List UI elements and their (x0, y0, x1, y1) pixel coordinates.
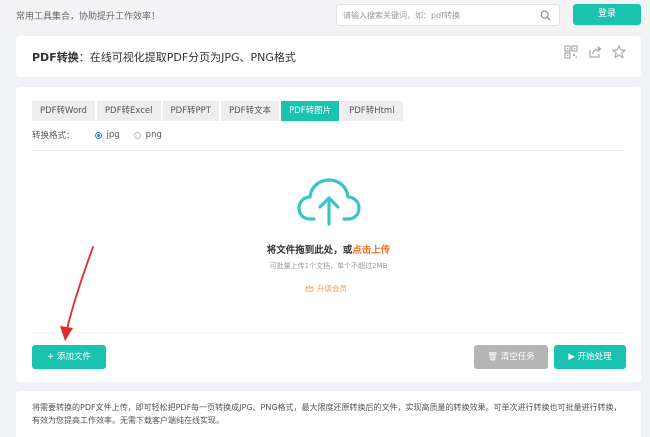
add-file-label: 添加文件 (56, 352, 91, 362)
qrcode-icon[interactable] (563, 44, 579, 60)
header-icon-group (563, 44, 627, 60)
tab-pdf-to-html[interactable]: PDF转Html (341, 101, 403, 121)
search-box[interactable] (336, 4, 560, 26)
start-processing-button[interactable]: ▶ 开始处理 (554, 345, 626, 369)
tab-pdf-to-excel[interactable]: PDF转Excel (96, 101, 161, 121)
login-button[interactable]: 登录 (573, 4, 641, 25)
trash-icon: 🗑 (487, 352, 501, 362)
start-processing-label: 开始处理 (577, 352, 612, 362)
upload-limit-text: 可批量上传1个文档，单个不超过2MB (269, 262, 388, 270)
radio-jpg[interactable] (94, 131, 102, 139)
format-label: 转换格式： (32, 131, 75, 141)
add-file-button[interactable]: + 添加文件 (32, 345, 106, 369)
search-icon[interactable] (540, 10, 551, 21)
share-icon[interactable] (587, 44, 603, 60)
clear-tasks-label: 清空任务 (500, 352, 535, 362)
cloud-upload-icon[interactable] (296, 176, 362, 226)
star-icon[interactable] (611, 44, 627, 60)
format-option-jpg[interactable]: jpg (94, 130, 120, 140)
radio-png[interactable] (133, 131, 141, 139)
title-card: PDF转换：在线可视化提取PDF分页为JPG、PNG格式 (16, 36, 641, 77)
divider (32, 150, 625, 151)
page-title: PDF转换：在线可视化提取PDF分页为JPG、PNG格式 (32, 49, 296, 65)
format-option-jpg-label: jpg (106, 130, 120, 140)
tab-pdf-to-image[interactable]: PDF转图片 (281, 101, 340, 121)
tab-pdf-to-text[interactable]: PDF转文本 (221, 101, 280, 121)
conversion-tabs: PDF转Word PDF转Excel PDF转PPT PDF转文本 PDF转图片… (32, 101, 405, 121)
format-option-png[interactable]: png (133, 130, 162, 140)
plus-icon: + (47, 352, 57, 362)
format-selector: 转换格式： jpg png (32, 129, 176, 141)
tab-pdf-to-ppt[interactable]: PDF转PPT (162, 101, 220, 121)
dropzone-main-text: 将文件拖到此处，或 (266, 245, 353, 256)
crown-icon (305, 285, 314, 292)
clear-tasks-button[interactable]: 🗑 清空任务 (474, 345, 548, 369)
upload-link[interactable]: 点击上传 (352, 245, 390, 256)
format-option-png-label: png (145, 130, 162, 140)
description-card: 将需要转换的PDF文件上传，即可轻松把PDF每一页转换成JPG、PNG格式，最大… (16, 391, 641, 437)
dropzone-text: 将文件拖到此处，或点击上传 (16, 242, 641, 256)
converter-card: PDF转Word PDF转Excel PDF转PPT PDF转文本 PDF转图片… (16, 87, 641, 382)
page-title-bold: PDF转换 (32, 51, 79, 64)
tab-pdf-to-word[interactable]: PDF转Word (32, 101, 95, 121)
play-icon: ▶ (568, 352, 578, 362)
top-bar: 常用工具集合，协助提升工作效率！ 登录 (0, 0, 650, 31)
page-title-rest: ：在线可视化提取PDF分页为JPG、PNG格式 (78, 51, 296, 64)
divider (32, 332, 625, 333)
description-text: 将需要转换的PDF文件上传，即可轻松把PDF每一页转换成JPG、PNG格式，最大… (32, 403, 622, 425)
upgrade-member-link[interactable]: 升级会员 (305, 283, 347, 294)
search-input[interactable] (343, 8, 533, 22)
upgrade-label: 升级会员 (317, 284, 347, 293)
site-tagline: 常用工具集合，协助提升工作效率！ (16, 12, 161, 22)
